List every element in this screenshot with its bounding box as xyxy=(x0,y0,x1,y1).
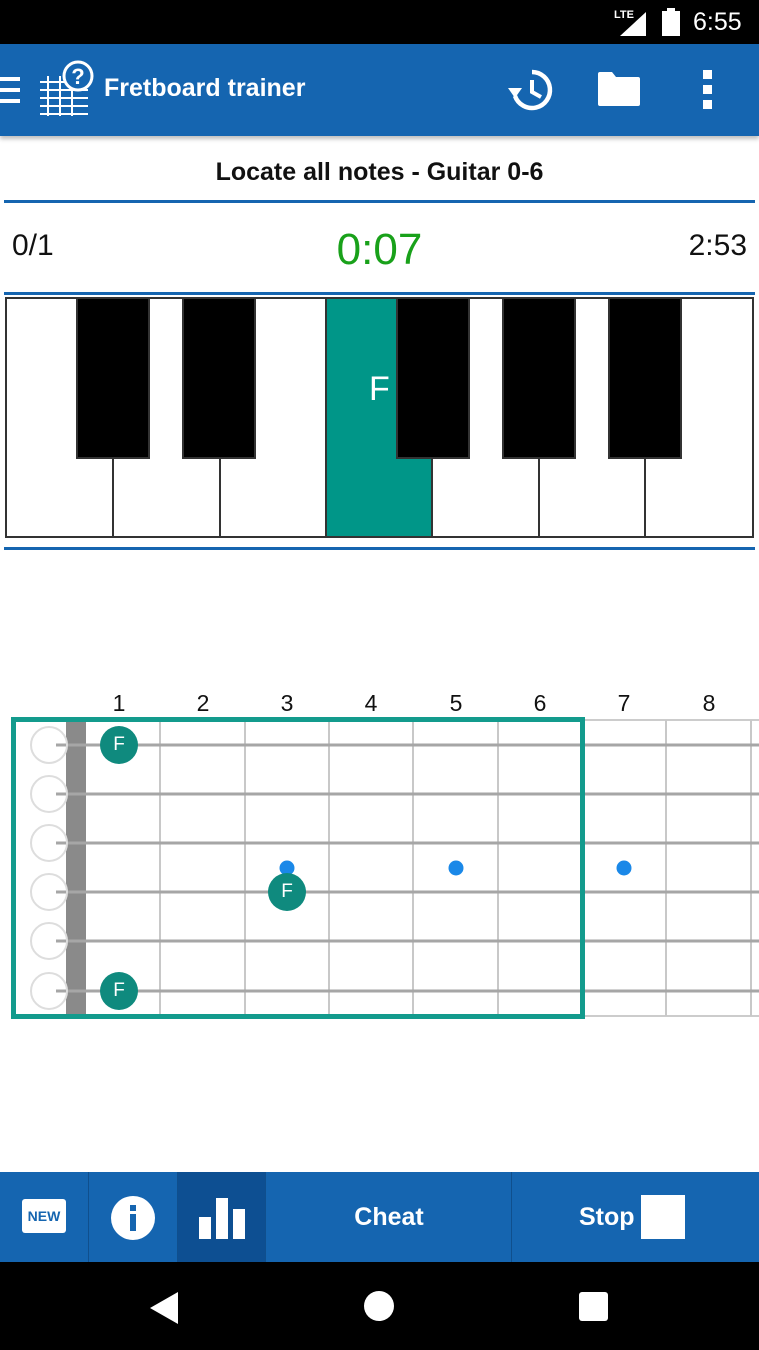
note-marker[interactable]: F xyxy=(100,972,138,1010)
black-key[interactable] xyxy=(608,297,682,459)
new-icon-label: NEW xyxy=(27,1208,61,1224)
remaining-time: 2:53 xyxy=(688,229,747,262)
folder-icon[interactable] xyxy=(596,70,642,108)
signal-icon xyxy=(620,12,646,36)
fret-inlay-5 xyxy=(448,860,464,876)
battery-icon xyxy=(662,8,680,36)
fret-number: 6 xyxy=(533,690,547,716)
cheat-button[interactable]: Cheat xyxy=(266,1172,512,1262)
stop-square-icon xyxy=(641,1195,685,1239)
info-button[interactable] xyxy=(89,1172,178,1262)
stats-button[interactable] xyxy=(178,1172,266,1262)
note-marker[interactable]: F xyxy=(268,873,306,911)
system-nav-bar xyxy=(0,1262,759,1350)
fretboard-nut xyxy=(66,720,86,1016)
app-title: Fretboard trainer xyxy=(104,74,306,102)
stats-chart-icon xyxy=(199,1198,245,1239)
fretboard-help-icon: ? xyxy=(40,60,94,116)
new-icon: NEW xyxy=(22,1199,66,1233)
divider-bottom xyxy=(4,547,755,550)
history-icon[interactable] xyxy=(506,66,554,114)
black-key[interactable] xyxy=(182,297,256,459)
home-icon[interactable] xyxy=(364,1291,394,1321)
piano-keyboard xyxy=(5,297,754,538)
black-key[interactable] xyxy=(76,297,150,459)
fret-number: 8 xyxy=(702,690,716,716)
info-icon xyxy=(111,1196,155,1240)
recents-icon[interactable] xyxy=(579,1292,608,1321)
status-bar: LTE 6:55 xyxy=(0,0,759,44)
fret-number: 1 xyxy=(112,690,126,716)
elapsed-timer: 0:07 xyxy=(336,225,423,274)
black-key[interactable] xyxy=(502,297,576,459)
bottom-toolbar: NEW Cheat Stop xyxy=(0,1172,759,1262)
black-key[interactable] xyxy=(396,297,470,459)
piano-key-label: F xyxy=(369,370,390,408)
fret-number: 2 xyxy=(196,690,210,716)
menu-icon[interactable] xyxy=(0,75,22,105)
fret-number: 4 xyxy=(364,690,378,716)
svg-text:?: ? xyxy=(71,64,84,89)
fret-inlay-7 xyxy=(616,860,632,876)
clock-time: 6:55 xyxy=(693,8,742,36)
fret-number: 5 xyxy=(449,690,463,716)
note-marker[interactable]: F xyxy=(100,726,138,764)
stop-button[interactable]: Stop xyxy=(512,1172,759,1262)
stop-label: Stop xyxy=(579,1203,635,1231)
divider-mid xyxy=(4,292,755,295)
new-button[interactable]: NEW xyxy=(0,1172,89,1262)
cheat-label: Cheat xyxy=(354,1203,424,1231)
divider-top xyxy=(4,200,755,203)
app-bar: ? Fretboard trainer xyxy=(0,44,759,136)
more-vert-icon[interactable] xyxy=(701,70,715,110)
fret-number: 3 xyxy=(280,690,294,716)
back-icon[interactable] xyxy=(150,1292,180,1324)
fret-number: 7 xyxy=(617,690,631,716)
exercise-title: Locate all notes - Guitar 0-6 xyxy=(215,158,544,186)
